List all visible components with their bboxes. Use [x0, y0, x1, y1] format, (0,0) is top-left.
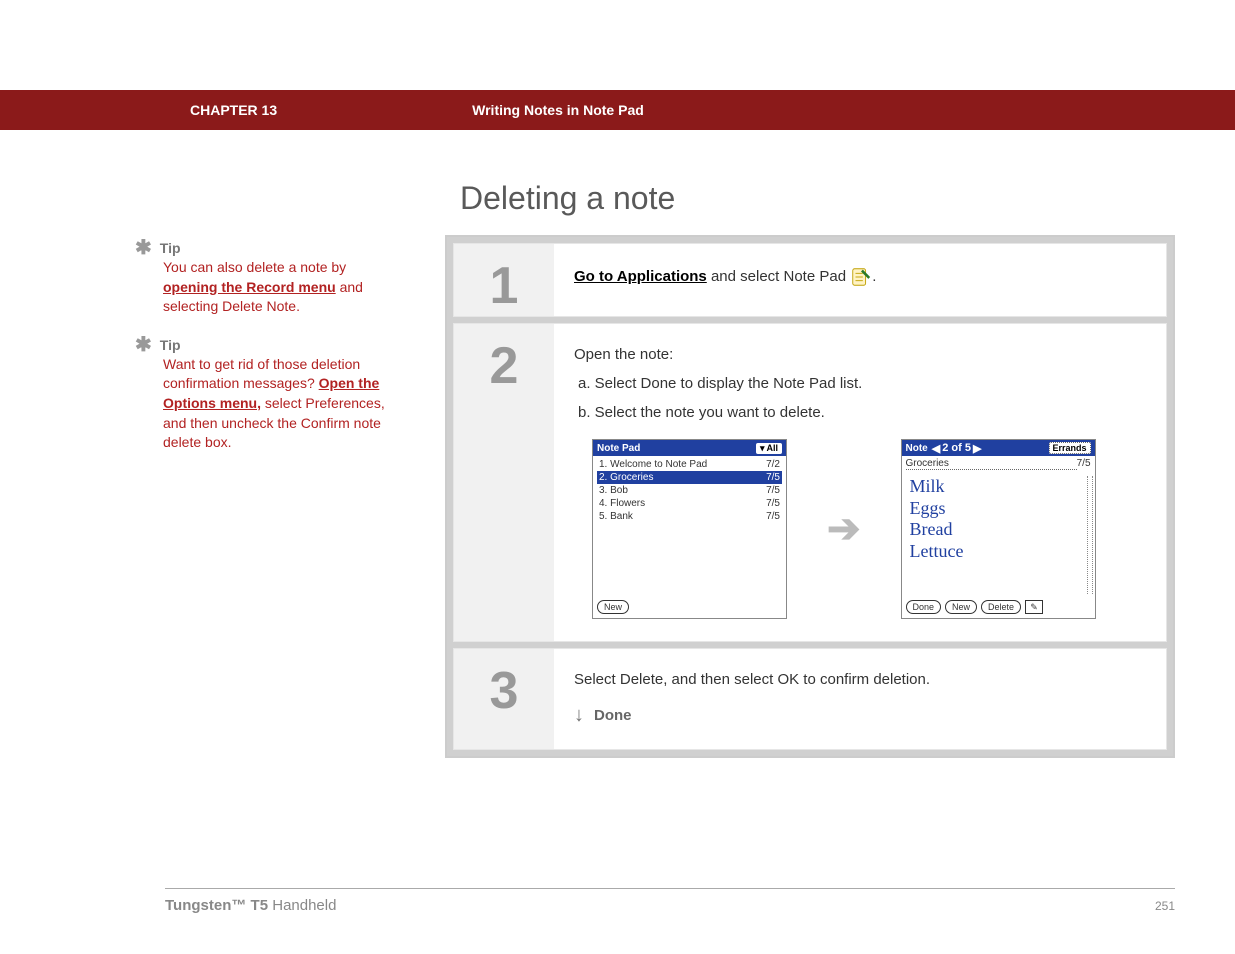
tip-link[interactable]: opening the Record menu	[163, 279, 336, 295]
done-label: Done	[594, 707, 632, 724]
step-body: Open the note: a. Select Done to display…	[554, 324, 1166, 641]
category-dropdown: ▾ All	[756, 443, 782, 454]
step-body: Go to Applications and select Note Pad .	[554, 244, 1166, 316]
list-item: 5. Bank7/5	[597, 510, 782, 523]
screen-title: Note	[906, 443, 928, 454]
go-to-applications-link[interactable]: Go to Applications	[574, 268, 707, 285]
pen-icon: ✎	[1025, 600, 1043, 614]
note-canvas: Milk Eggs Bread Lettuce	[902, 472, 1095, 566]
tip-block: ✱ Tip Want to get rid of those deletion …	[135, 337, 395, 453]
page-title: Deleting a note	[460, 180, 675, 217]
tip-icon: ✱	[135, 337, 152, 353]
scrollbar	[1087, 476, 1093, 594]
product-name: Tungsten™ T5 Handheld	[165, 897, 336, 914]
step-substep-b: b. Select the note you want to delete.	[578, 404, 1146, 421]
tip-body: Want to get rid of those deletion confir…	[163, 355, 395, 453]
notepad-note-screenshot: Note ◀ 2 of 5 ▶ Errands Groceries 7/5 Mi…	[901, 439, 1096, 619]
step-number-cell: 1	[454, 244, 554, 316]
section-label: Writing Notes in Note Pad	[472, 102, 644, 118]
done-arrow-icon: ↓	[574, 704, 584, 727]
step-number: 1	[490, 256, 519, 316]
steps-panel: 1 Go to Applications and select Note Pad…	[445, 235, 1175, 758]
note-date: 7/5	[1077, 458, 1091, 470]
handwriting-line: Lettuce	[910, 541, 1087, 563]
tip-label: Tip	[160, 240, 181, 256]
tip-body: You can also delete a note by opening th…	[163, 258, 395, 317]
notepad-icon	[850, 266, 872, 288]
new-button: New	[597, 600, 629, 614]
list-item: 1. Welcome to Note Pad7/2	[597, 458, 782, 471]
list-item: 3. Bob7/5	[597, 484, 782, 497]
note-list: 1. Welcome to Note Pad7/2 2. Groceries7/…	[593, 456, 786, 525]
screen-title: Note Pad	[597, 443, 640, 454]
tip-text-pre: You can also delete a note by	[163, 259, 346, 275]
page-footer: Tungsten™ T5 Handheld 251	[165, 888, 1175, 914]
tip-label: Tip	[160, 337, 181, 353]
done-button: Done	[906, 600, 942, 614]
handwriting-line: Eggs	[910, 498, 1087, 520]
handwriting-line: Bread	[910, 519, 1087, 541]
page-number: 251	[1155, 899, 1175, 913]
step-number: 2	[490, 336, 519, 396]
delete-button: Delete	[981, 600, 1021, 614]
tip-icon: ✱	[135, 240, 152, 256]
step-text: and select Note Pad	[707, 268, 850, 285]
step-body: Select Delete, and then select OK to con…	[554, 649, 1166, 749]
nav-arrows: ◀ 2 of 5 ▶	[932, 442, 982, 455]
category-badge: Errands	[1049, 442, 1091, 454]
step-substep-a: a. Select Done to display the Note Pad l…	[578, 375, 1146, 392]
step-number-cell: 3	[454, 649, 554, 749]
chapter-label: CHAPTER 13	[190, 102, 277, 118]
note-name: Groceries	[906, 458, 1077, 470]
step-period: .	[872, 268, 876, 285]
handwriting-line: Milk	[910, 476, 1087, 498]
step-row: 2 Open the note: a. Select Done to displ…	[453, 323, 1167, 642]
step-number: 3	[490, 661, 519, 721]
arrow-right-icon: ➔	[827, 506, 861, 552]
tips-sidebar: ✱ Tip You can also delete a note by open…	[135, 240, 395, 473]
step-row: 1 Go to Applications and select Note Pad…	[453, 243, 1167, 317]
chapter-header: CHAPTER 13 Writing Notes in Note Pad	[0, 90, 1235, 130]
screenshots-row: Note Pad ▾ All 1. Welcome to Note Pad7/2…	[592, 439, 1146, 619]
step-number-cell: 2	[454, 324, 554, 641]
step-intro: Open the note:	[574, 346, 1146, 363]
notepad-list-screenshot: Note Pad ▾ All 1. Welcome to Note Pad7/2…	[592, 439, 787, 619]
step-text: Select Delete, and then select OK to con…	[574, 671, 1146, 688]
step-row: 3 Select Delete, and then select OK to c…	[453, 648, 1167, 750]
tip-block: ✱ Tip You can also delete a note by open…	[135, 240, 395, 317]
new-button: New	[945, 600, 977, 614]
list-item: 2. Groceries7/5	[597, 471, 782, 484]
list-item: 4. Flowers7/5	[597, 497, 782, 510]
